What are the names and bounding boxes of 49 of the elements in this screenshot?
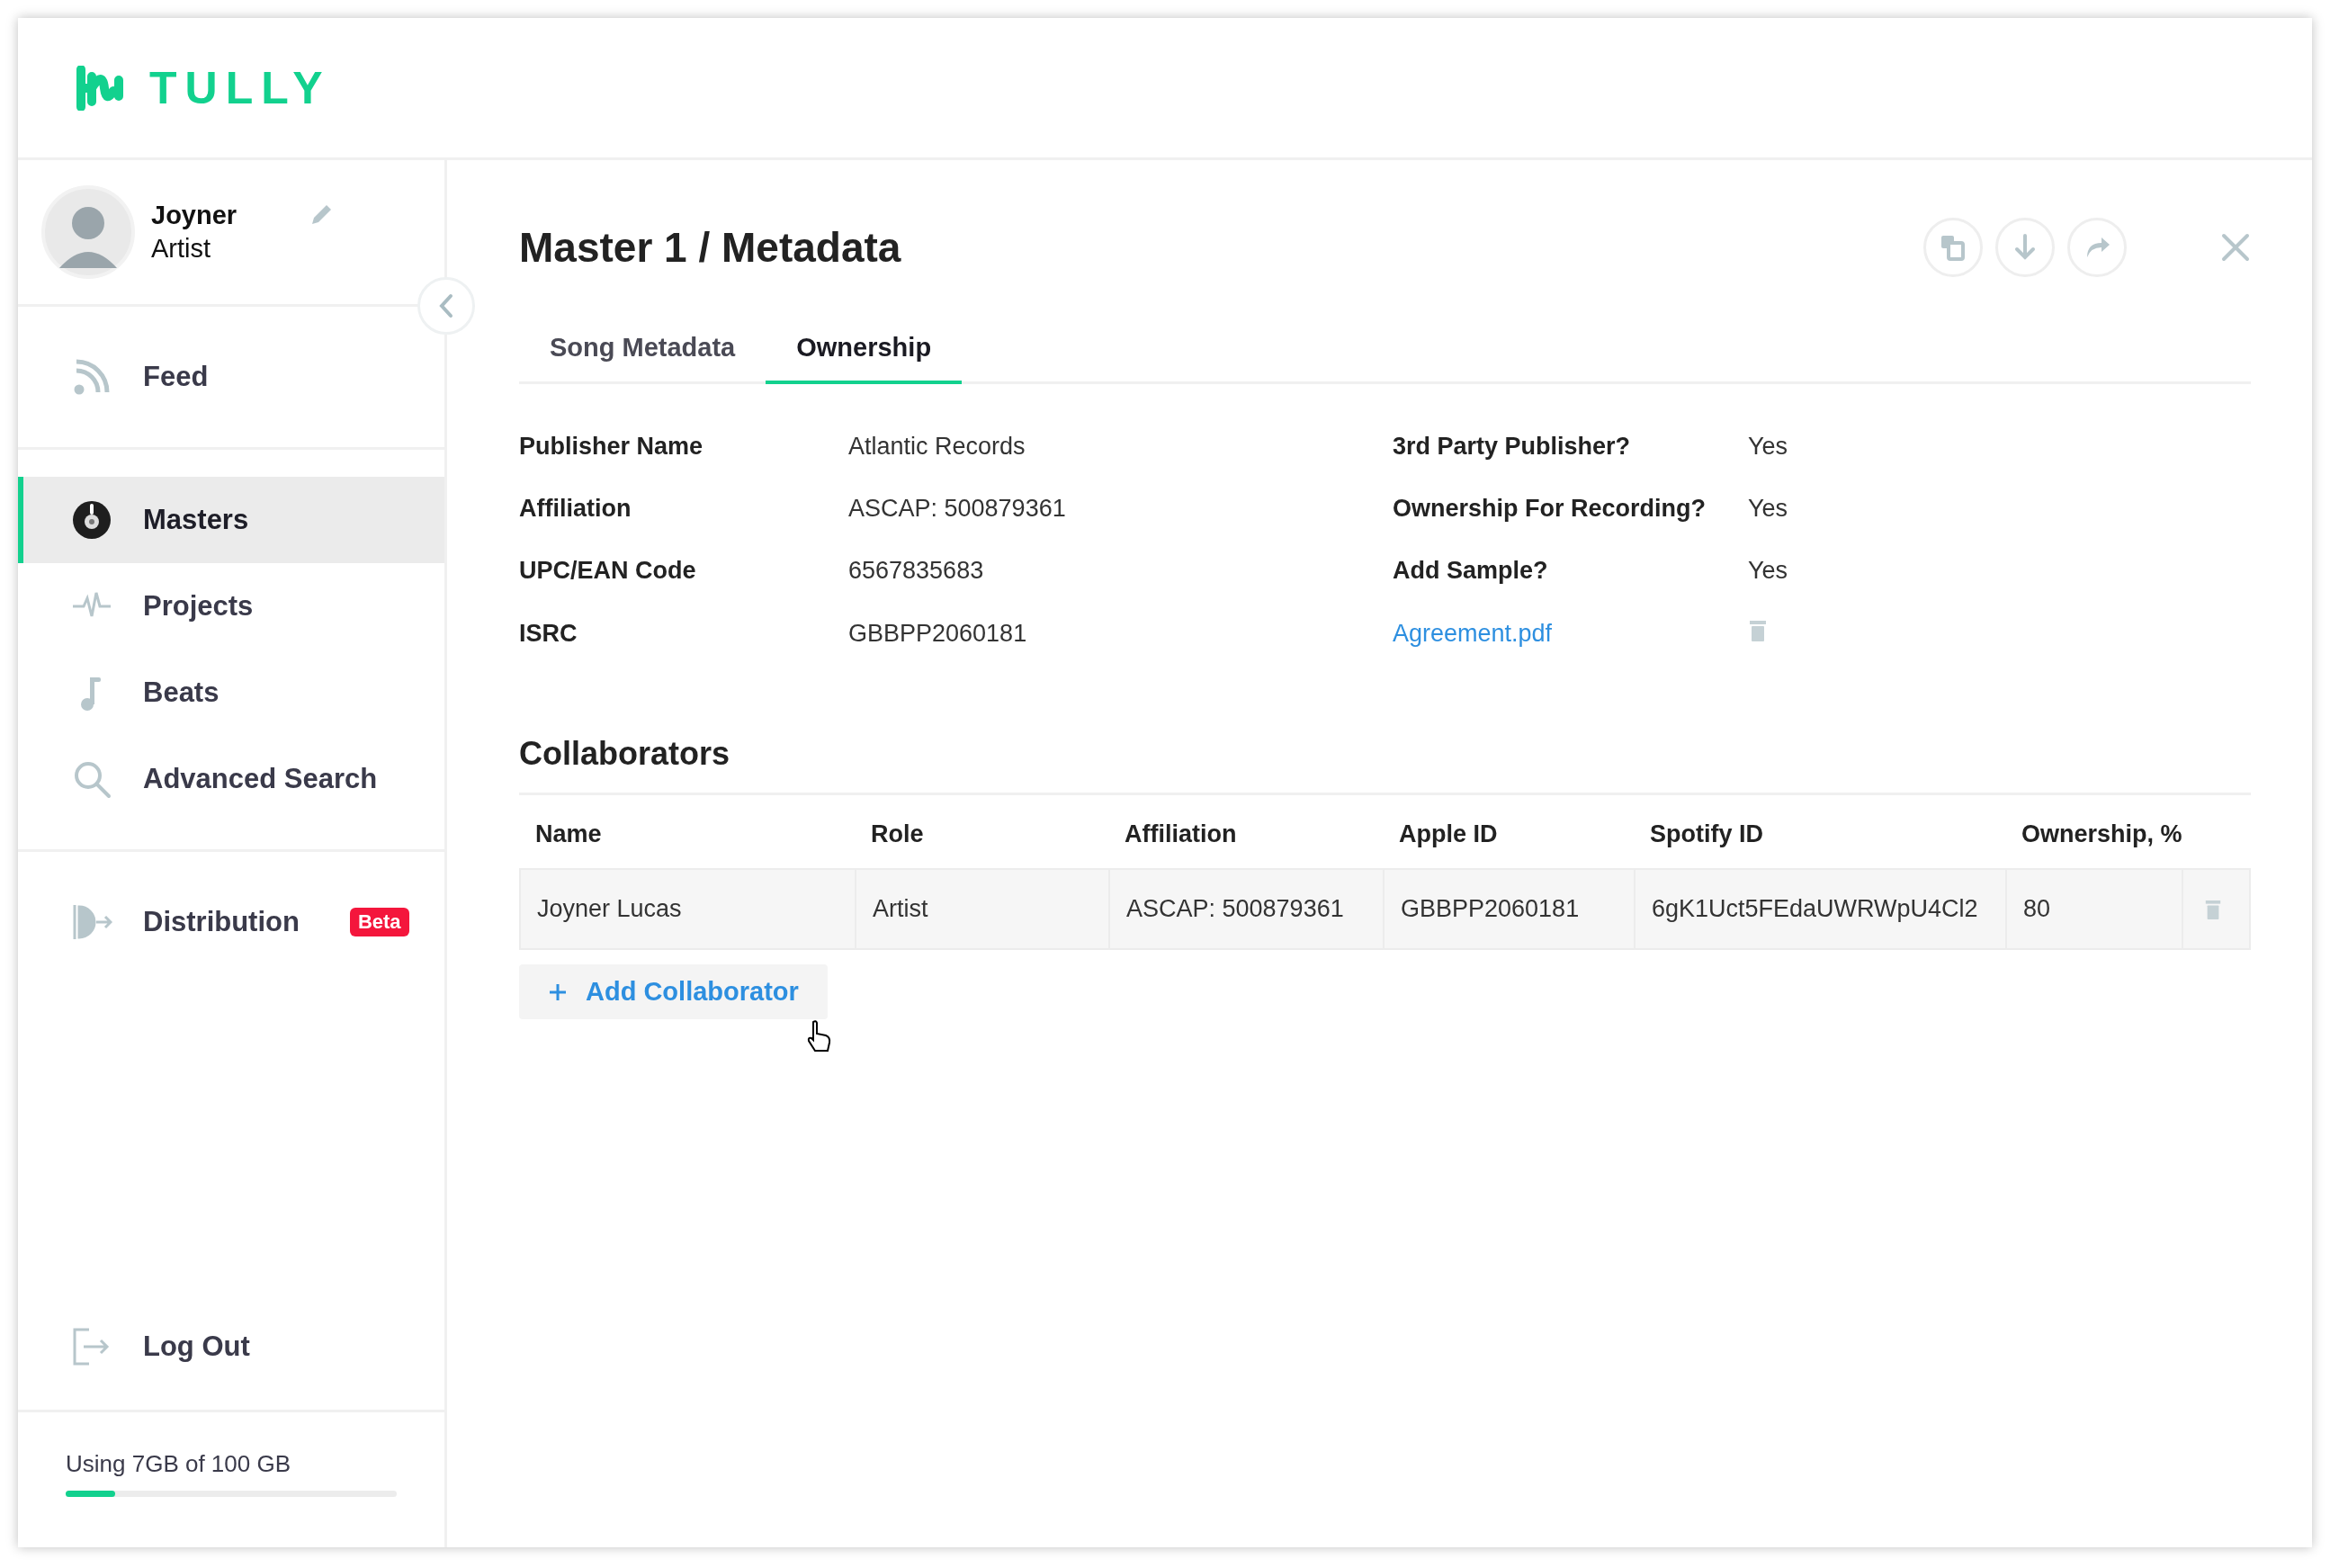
column-header: Spotify ID: [1649, 820, 1764, 849]
field-value: Yes: [1748, 557, 1789, 585]
storage-text: Using 7GB of 100 GB: [66, 1450, 291, 1477]
column-header: Apple ID: [1398, 820, 1499, 849]
table-cell: Artist: [856, 870, 1110, 948]
nav-item[interactable]: Beats: [18, 650, 444, 736]
field-value: GBBPP2060181: [848, 620, 1028, 648]
hand-cursor-icon: [805, 1019, 833, 1053]
field-value: 6567835683: [848, 557, 985, 585]
logout-item[interactable]: Log Out: [18, 1304, 444, 1390]
brand-name: TULLY: [149, 61, 331, 114]
table-cell: 6gK1Uct5FEdaUWRWpU4Cl2: [1636, 870, 2007, 948]
tab[interactable]: Ownership: [766, 324, 963, 384]
table-cell: GBBPP2060181: [1385, 870, 1636, 948]
close-icon: [2220, 232, 2251, 263]
column-header: Ownership, %: [2021, 820, 2182, 849]
field-value: Yes: [1748, 495, 1789, 523]
field-label: ISRC: [519, 620, 578, 648]
field-label: Affiliation: [519, 495, 632, 523]
page-title: Master 1 / Metadata: [519, 223, 901, 272]
field-label: Ownership For Recording?: [1393, 495, 1707, 523]
table-cell: 80: [2007, 870, 2183, 948]
profile-name: Joyner: [151, 201, 237, 230]
nav-item[interactable]: Advanced Search: [18, 736, 444, 822]
logo-icon: [76, 65, 126, 111]
nav-item[interactable]: Projects: [18, 563, 444, 650]
nav-item[interactable]: Masters: [18, 477, 444, 563]
column-header: Affiliation: [1124, 820, 1238, 849]
plus-icon: [548, 981, 568, 1002]
field-label: 3rd Party Publisher?: [1393, 433, 1632, 461]
column-header: Name: [534, 820, 603, 849]
field-label: UPC/EAN Code: [519, 557, 697, 585]
nav-item[interactable]: Feed: [18, 334, 444, 420]
disc-icon: [71, 499, 112, 541]
section-heading: Collaborators: [519, 735, 2251, 795]
column-header: Role: [870, 820, 925, 849]
field-value: Yes: [1748, 433, 1789, 461]
beta-badge: Beta: [349, 908, 409, 936]
field-value: Atlantic Records: [848, 433, 1026, 461]
trash-icon[interactable]: [1748, 619, 1768, 642]
field-label: Add Sample?: [1393, 557, 1549, 585]
field-value: ASCAP: 500879361: [848, 495, 1067, 523]
table-cell: ASCAP: 500879361: [1110, 870, 1385, 948]
table-cell: Joyner Lucas: [521, 870, 856, 948]
nav-item[interactable]: Distribution Beta: [18, 879, 444, 965]
tab[interactable]: Song Metadata: [519, 324, 766, 384]
close-button[interactable]: [2220, 232, 2251, 263]
field-label: Publisher Name: [519, 433, 704, 461]
profile-role: Artist: [151, 234, 212, 264]
